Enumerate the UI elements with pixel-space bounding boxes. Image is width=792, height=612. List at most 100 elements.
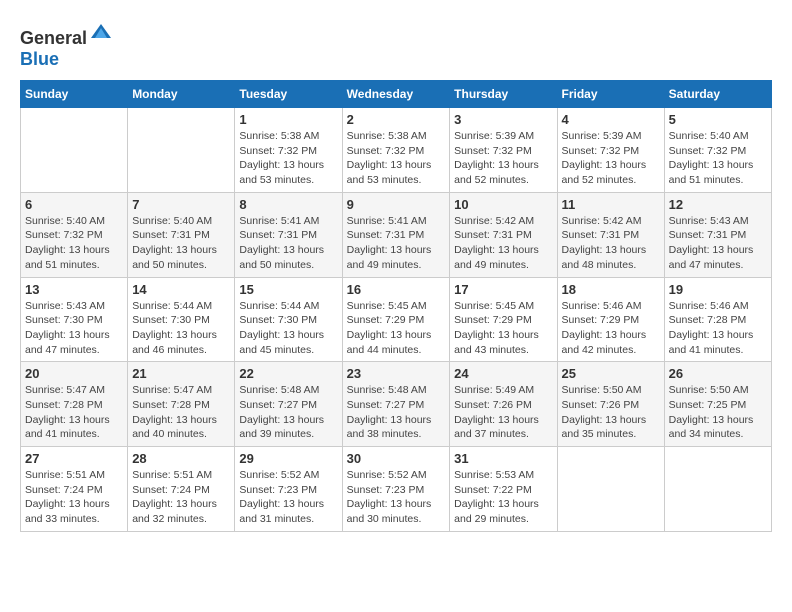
weekday-header: Tuesday	[235, 81, 342, 108]
day-number: 15	[239, 282, 337, 297]
day-number: 14	[132, 282, 230, 297]
day-info: Sunrise: 5:40 AMSunset: 7:32 PMDaylight:…	[669, 129, 767, 188]
calendar-cell	[21, 108, 128, 193]
day-info: Sunrise: 5:47 AMSunset: 7:28 PMDaylight:…	[132, 383, 230, 442]
day-number: 19	[669, 282, 767, 297]
calendar-cell: 4 Sunrise: 5:39 AMSunset: 7:32 PMDaylight…	[557, 108, 664, 193]
logo-general: General	[20, 28, 87, 48]
day-number: 27	[25, 451, 123, 466]
weekday-header: Friday	[557, 81, 664, 108]
day-number: 11	[562, 197, 660, 212]
day-number: 3	[454, 112, 552, 127]
calendar-cell: 8 Sunrise: 5:41 AMSunset: 7:31 PMDaylight…	[235, 192, 342, 277]
calendar-cell: 13 Sunrise: 5:43 AMSunset: 7:30 PMDayligh…	[21, 277, 128, 362]
day-number: 26	[669, 366, 767, 381]
logo-text: General Blue	[20, 20, 113, 70]
day-number: 1	[239, 112, 337, 127]
day-info: Sunrise: 5:52 AMSunset: 7:23 PMDaylight:…	[239, 468, 337, 527]
calendar-cell: 31 Sunrise: 5:53 AMSunset: 7:22 PMDayligh…	[450, 447, 557, 532]
day-number: 13	[25, 282, 123, 297]
page-header: General Blue	[20, 20, 772, 70]
logo-icon	[89, 20, 113, 44]
calendar-cell: 30Sunrise: 5:52 AMSunset: 7:23 PMDayligh…	[342, 447, 450, 532]
day-info: Sunrise: 5:42 AMSunset: 7:31 PMDaylight:…	[454, 214, 552, 273]
day-info: Sunrise: 5:51 AMSunset: 7:24 PMDaylight:…	[132, 468, 230, 527]
day-info: Sunrise: 5:44 AMSunset: 7:30 PMDaylight:…	[132, 299, 230, 358]
day-info: Sunrise: 5:49 AMSunset: 7:26 PMDaylight:…	[454, 383, 552, 442]
calendar-table: SundayMondayTuesdayWednesdayThursdayFrid…	[20, 80, 772, 532]
logo-blue: Blue	[20, 49, 59, 69]
day-info: Sunrise: 5:48 AMSunset: 7:27 PMDaylight:…	[239, 383, 337, 442]
day-info: Sunrise: 5:53 AMSunset: 7:22 PMDaylight:…	[454, 468, 552, 527]
day-number: 7	[132, 197, 230, 212]
calendar-cell: 2Sunrise: 5:38 AMSunset: 7:32 PMDaylight…	[342, 108, 450, 193]
day-info: Sunrise: 5:52 AMSunset: 7:23 PMDaylight:…	[347, 468, 446, 527]
day-number: 21	[132, 366, 230, 381]
day-info: Sunrise: 5:41 AMSunset: 7:31 PMDaylight:…	[347, 214, 446, 273]
day-number: 5	[669, 112, 767, 127]
day-info: Sunrise: 5:41 AMSunset: 7:31 PMDaylight:…	[239, 214, 337, 273]
day-number: 8	[239, 197, 337, 212]
day-info: Sunrise: 5:38 AMSunset: 7:32 PMDaylight:…	[239, 129, 337, 188]
weekday-header: Monday	[128, 81, 235, 108]
calendar-cell: 6Sunrise: 5:40 AMSunset: 7:32 PMDaylight…	[21, 192, 128, 277]
calendar-cell: 14 Sunrise: 5:44 AMSunset: 7:30 PMDayligh…	[128, 277, 235, 362]
calendar-cell: 26 Sunrise: 5:50 AMSunset: 7:25 PMDayligh…	[664, 362, 771, 447]
calendar-week-row: 13 Sunrise: 5:43 AMSunset: 7:30 PMDayligh…	[21, 277, 772, 362]
day-info: Sunrise: 5:43 AMSunset: 7:30 PMDaylight:…	[25, 299, 123, 358]
day-info: Sunrise: 5:44 AMSunset: 7:30 PMDaylight:…	[239, 299, 337, 358]
day-number: 10	[454, 197, 552, 212]
calendar-cell: 12 Sunrise: 5:43 AMSunset: 7:31 PMDayligh…	[664, 192, 771, 277]
day-info: Sunrise: 5:39 AMSunset: 7:32 PMDaylight:…	[562, 129, 660, 188]
day-number: 31	[454, 451, 552, 466]
weekday-header: Saturday	[664, 81, 771, 108]
day-info: Sunrise: 5:43 AMSunset: 7:31 PMDaylight:…	[669, 214, 767, 273]
day-info: Sunrise: 5:46 AMSunset: 7:28 PMDaylight:…	[669, 299, 767, 358]
calendar-cell: 16Sunrise: 5:45 AMSunset: 7:29 PMDayligh…	[342, 277, 450, 362]
weekday-header: Sunday	[21, 81, 128, 108]
day-number: 6	[25, 197, 123, 212]
calendar-cell: 17Sunrise: 5:45 AMSunset: 7:29 PMDayligh…	[450, 277, 557, 362]
calendar-cell: 21 Sunrise: 5:47 AMSunset: 7:28 PMDayligh…	[128, 362, 235, 447]
calendar-cell: 1 Sunrise: 5:38 AMSunset: 7:32 PMDaylight…	[235, 108, 342, 193]
day-number: 25	[562, 366, 660, 381]
day-number: 29	[239, 451, 337, 466]
calendar-cell	[664, 447, 771, 532]
day-number: 22	[239, 366, 337, 381]
day-info: Sunrise: 5:45 AMSunset: 7:29 PMDaylight:…	[347, 299, 446, 358]
day-number: 4	[562, 112, 660, 127]
day-info: Sunrise: 5:47 AMSunset: 7:28 PMDaylight:…	[25, 383, 123, 442]
day-info: Sunrise: 5:50 AMSunset: 7:25 PMDaylight:…	[669, 383, 767, 442]
calendar-cell: 19 Sunrise: 5:46 AMSunset: 7:28 PMDayligh…	[664, 277, 771, 362]
calendar-cell: 24Sunrise: 5:49 AMSunset: 7:26 PMDayligh…	[450, 362, 557, 447]
calendar-cell: 11 Sunrise: 5:42 AMSunset: 7:31 PMDayligh…	[557, 192, 664, 277]
calendar-cell: 18 Sunrise: 5:46 AMSunset: 7:29 PMDayligh…	[557, 277, 664, 362]
calendar-cell: 7 Sunrise: 5:40 AMSunset: 7:31 PMDaylight…	[128, 192, 235, 277]
day-number: 23	[347, 366, 446, 381]
day-number: 12	[669, 197, 767, 212]
calendar-cell: 27 Sunrise: 5:51 AMSunset: 7:24 PMDayligh…	[21, 447, 128, 532]
calendar-cell: 10 Sunrise: 5:42 AMSunset: 7:31 PMDayligh…	[450, 192, 557, 277]
weekday-header-row: SundayMondayTuesdayWednesdayThursdayFrid…	[21, 81, 772, 108]
calendar-cell: 29 Sunrise: 5:52 AMSunset: 7:23 PMDayligh…	[235, 447, 342, 532]
calendar-cell: 22 Sunrise: 5:48 AMSunset: 7:27 PMDayligh…	[235, 362, 342, 447]
calendar-cell: 3 Sunrise: 5:39 AMSunset: 7:32 PMDaylight…	[450, 108, 557, 193]
calendar-cell	[128, 108, 235, 193]
calendar-cell: 9Sunrise: 5:41 AMSunset: 7:31 PMDaylight…	[342, 192, 450, 277]
day-info: Sunrise: 5:42 AMSunset: 7:31 PMDaylight:…	[562, 214, 660, 273]
day-info: Sunrise: 5:46 AMSunset: 7:29 PMDaylight:…	[562, 299, 660, 358]
day-info: Sunrise: 5:48 AMSunset: 7:27 PMDaylight:…	[347, 383, 446, 442]
calendar-cell: 15 Sunrise: 5:44 AMSunset: 7:30 PMDayligh…	[235, 277, 342, 362]
day-info: Sunrise: 5:38 AMSunset: 7:32 PMDaylight:…	[347, 129, 446, 188]
calendar-cell	[557, 447, 664, 532]
logo: General Blue	[20, 20, 113, 70]
calendar-cell: 28Sunrise: 5:51 AMSunset: 7:24 PMDayligh…	[128, 447, 235, 532]
day-number: 18	[562, 282, 660, 297]
calendar-cell: 23 Sunrise: 5:48 AMSunset: 7:27 PMDayligh…	[342, 362, 450, 447]
day-info: Sunrise: 5:51 AMSunset: 7:24 PMDaylight:…	[25, 468, 123, 527]
day-info: Sunrise: 5:39 AMSunset: 7:32 PMDaylight:…	[454, 129, 552, 188]
day-info: Sunrise: 5:40 AMSunset: 7:31 PMDaylight:…	[132, 214, 230, 273]
calendar-cell: 25Sunrise: 5:50 AMSunset: 7:26 PMDayligh…	[557, 362, 664, 447]
calendar-cell: 5 Sunrise: 5:40 AMSunset: 7:32 PMDaylight…	[664, 108, 771, 193]
calendar-week-row: 27 Sunrise: 5:51 AMSunset: 7:24 PMDayligh…	[21, 447, 772, 532]
